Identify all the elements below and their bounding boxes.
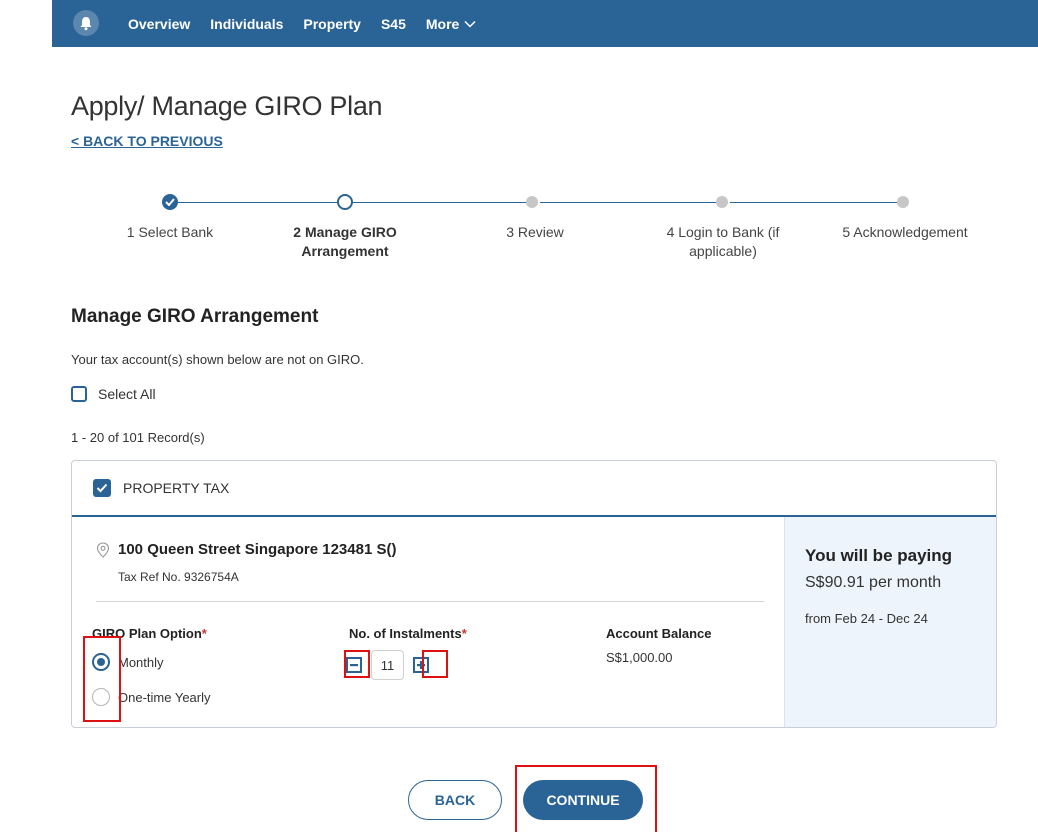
step-connector — [353, 202, 526, 203]
nav-item-more[interactable]: More — [426, 16, 476, 32]
step-2-label: 2 Manage GIRO Arrangement — [293, 224, 397, 259]
step-2-current-indicator — [337, 194, 353, 210]
payment-date-range: from Feb 24 - Dec 24 — [805, 611, 928, 626]
property-tax-checkbox[interactable] — [93, 479, 111, 497]
radio-monthly[interactable]: Monthly — [92, 653, 164, 671]
giro-plan-option-text: GIRO Plan Option — [92, 626, 202, 641]
increment-button[interactable] — [413, 657, 429, 673]
account-balance-value: S$1,000.00 — [606, 650, 673, 665]
step-connector — [175, 202, 337, 203]
decrement-button[interactable] — [346, 657, 362, 673]
property-tax-card: PROPERTY TAX 100 Queen Street Singapore … — [71, 460, 997, 728]
location-pin-icon — [96, 541, 110, 558]
progress-stepper: 1 Select Bank 2 Manage GIRO Arrangement … — [0, 193, 1038, 273]
minus-icon — [350, 664, 358, 667]
checkbox-unchecked-icon — [71, 386, 87, 402]
payment-summary-title: You will be paying — [805, 546, 953, 565]
step-1-label: 1 Select Bank — [126, 224, 214, 240]
payment-summary-panel: You will be paying S$90.91 per month fro… — [784, 517, 996, 727]
step-1-check-icon — [162, 194, 178, 210]
radio-selected-icon — [92, 653, 110, 671]
back-button[interactable]: BACK — [408, 780, 502, 820]
step-5-label: 5 Acknowledgement — [842, 224, 968, 240]
step-5-indicator — [897, 196, 909, 208]
required-mark: * — [201, 626, 207, 641]
record-count: 1 - 20 of 101 Record(s) — [71, 430, 205, 445]
step-connector — [730, 202, 897, 203]
continue-button[interactable]: CONTINUE — [523, 780, 643, 820]
property-address: 100 Queen Street Singapore 123481 S() — [118, 541, 397, 558]
page-title: Apply/ Manage GIRO Plan — [71, 91, 383, 121]
instalments-input[interactable]: 11 — [371, 650, 404, 680]
tax-reference: Tax Ref No. 9326754A — [118, 570, 239, 584]
radio-unselected-icon — [92, 688, 110, 706]
divider — [96, 601, 764, 602]
instalments-label: No. of Instalments* — [349, 626, 467, 641]
radio-one-time-yearly[interactable]: One-time Yearly — [92, 688, 211, 706]
nav-more-label: More — [425, 15, 460, 32]
select-all-label: Select All — [98, 386, 156, 402]
property-tax-label: PROPERTY TAX — [123, 480, 230, 496]
checkmark-icon — [96, 483, 108, 493]
chevron-down-icon — [464, 20, 476, 28]
step-4-indicator — [716, 196, 728, 208]
instalments-text: No. of Instalments — [349, 626, 462, 641]
nav-links: Overview Individuals Property S45 More — [128, 0, 496, 47]
card-header: PROPERTY TAX — [72, 461, 996, 517]
required-mark: * — [461, 626, 467, 641]
back-to-previous-link[interactable]: < BACK TO PREVIOUS — [71, 133, 223, 149]
radio-one-time-yearly-label: One-time Yearly — [118, 689, 211, 705]
nav-item-s45[interactable]: S45 — [381, 16, 406, 32]
section-title: Manage GIRO Arrangement — [71, 306, 319, 327]
payment-amount: S$90.91 per month — [805, 574, 942, 591]
radio-monthly-label: Monthly — [118, 654, 164, 670]
nav-item-overview[interactable]: Overview — [128, 16, 190, 32]
giro-plan-option-label: GIRO Plan Option* — [92, 626, 207, 641]
step-3-indicator — [526, 196, 538, 208]
select-all-checkbox[interactable]: Select All — [71, 386, 156, 402]
step-3-label: 3 Review — [506, 224, 564, 240]
step-4-label: 4 Login to Bank (if applicable) — [666, 224, 780, 259]
plus-icon — [417, 661, 425, 669]
step-connector — [540, 202, 716, 203]
top-navigation-bar: Overview Individuals Property S45 More — [52, 0, 1038, 47]
instalments-stepper: 11 — [346, 650, 429, 680]
account-balance-label: Account Balance — [606, 626, 712, 641]
giro-info-text: Your tax account(s) shown below are not … — [71, 352, 364, 367]
nav-item-property[interactable]: Property — [303, 16, 361, 32]
address-row: 100 Queen Street Singapore 123481 S() — [96, 541, 396, 558]
bell-icon[interactable] — [73, 10, 99, 36]
nav-item-individuals[interactable]: Individuals — [210, 16, 283, 32]
